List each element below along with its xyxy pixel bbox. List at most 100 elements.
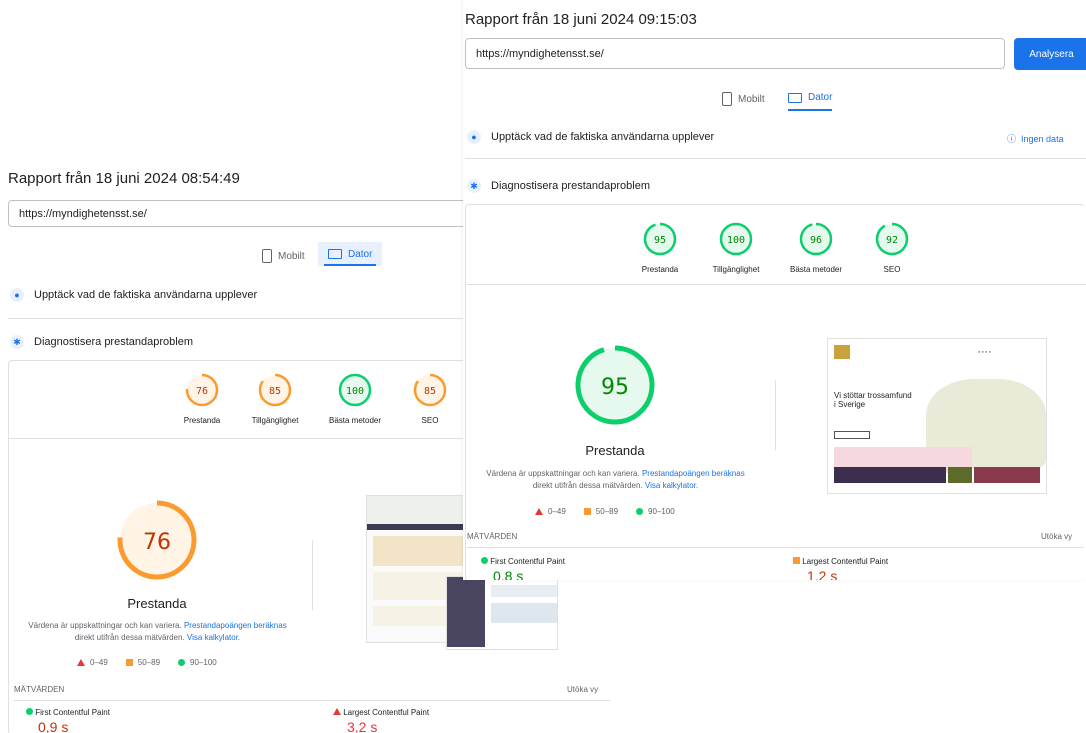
- right-section-real-users-label: Upptäck vad de faktiska användarna upple…: [491, 131, 715, 143]
- left-score-seo-label: SEO: [421, 416, 439, 425]
- left-score-accessibility-label: Tillgänglighet: [251, 416, 299, 425]
- right-desc-1: Värdena är uppskattningar och kan varier…: [486, 469, 640, 478]
- left-description: Värdena är uppskattningar och kan varier…: [20, 620, 295, 644]
- svg-text:85: 85: [424, 386, 436, 397]
- left-desc-1: Värdena är uppskattningar och kan varier…: [28, 621, 182, 630]
- right-desc-link-2[interactable]: Visa kalkylator.: [645, 481, 698, 490]
- left-legend: 0–49 50–89 90–100: [77, 658, 217, 667]
- right-tab-mobile-label: Mobilt: [738, 93, 765, 105]
- right-tab-desktop[interactable]: Dator: [788, 92, 833, 111]
- right-gauge-seo-icon: 92: [875, 222, 909, 256]
- left-report-title: Rapport från 18 juni 2024 08:54:49: [8, 170, 240, 187]
- left-metric-fcp: First Contentful Paint 0,9 s: [26, 708, 110, 733]
- right-gauge-accessibility-icon: 100: [719, 222, 753, 256]
- right-gauge-best-practices-icon: 96: [799, 222, 833, 256]
- analyze-button[interactable]: Analysera: [1014, 38, 1086, 70]
- right-description: Värdena är uppskattningar och kan varier…: [473, 468, 758, 492]
- svg-text:100: 100: [346, 386, 364, 397]
- svg-text:96: 96: [810, 235, 822, 246]
- right-metric-lcp-value: 1,2 s: [807, 568, 838, 580]
- left-desc-link-2[interactable]: Visa kalkylator.: [187, 633, 240, 642]
- right-big-label: Prestanda: [585, 443, 645, 458]
- left-big-label: Prestanda: [127, 596, 187, 611]
- left-score-best-practices-label: Bästa metoder: [328, 416, 382, 425]
- right-tab-desktop-label: Dator: [808, 92, 833, 103]
- right-metrics-header: MÄTVÄRDEN: [467, 532, 518, 541]
- right-url-input[interactable]: https://myndighetensst.se/: [465, 38, 1005, 69]
- left-site-screenshot-overlay: [446, 576, 558, 650]
- left-gauge-seo-icon: 85: [413, 373, 447, 407]
- info-icon: ⓘ: [1007, 134, 1017, 144]
- laptop-icon: [328, 249, 342, 259]
- users-icon: ●: [10, 288, 24, 302]
- right-score-performance-label: Prestanda: [641, 265, 679, 274]
- svg-text:76: 76: [196, 386, 208, 397]
- left-score-seo[interactable]: 85 SEO: [402, 373, 458, 425]
- right-score-performance[interactable]: 95 Prestanda: [629, 222, 691, 274]
- right-gauge-performance-icon: 95: [643, 222, 677, 256]
- right-score-accessibility-label: Tillgänglighet: [712, 265, 760, 274]
- left-section-diagnose[interactable]: ✱ Diagnostisera prestandaproblem: [10, 335, 193, 349]
- left-metric-lcp-value: 3,2 s: [347, 719, 378, 733]
- laptop-icon: [788, 92, 802, 103]
- left-score-best-practices[interactable]: 100 Bästa metoder: [320, 373, 390, 425]
- right-expand-view[interactable]: Utöka vy: [1041, 532, 1072, 541]
- right-metric-lcp: Largest Contentful Paint 1,2 s: [793, 557, 888, 580]
- right-score-seo-label: SEO: [883, 265, 901, 274]
- left-score-performance[interactable]: 76 Prestanda: [172, 373, 232, 425]
- right-score-accessibility[interactable]: 100 Tillgänglighet: [701, 222, 771, 274]
- left-gauge-best-practices-icon: 100: [338, 373, 372, 407]
- right-score-seo[interactable]: 92 SEO: [867, 222, 917, 274]
- svg-text:92: 92: [886, 235, 898, 246]
- left-desc-2: direkt utifrån dessa mätvärden.: [74, 633, 185, 642]
- right-score-best-practices-label: Bästa metoder: [789, 265, 843, 274]
- left-big-gauge: 76: [117, 500, 197, 580]
- left-expand-view[interactable]: Utöka vy: [567, 685, 598, 694]
- right-no-data[interactable]: ⓘ Ingen data: [1007, 132, 1064, 145]
- left-tab-mobile-label: Mobilt: [278, 250, 305, 262]
- right-thumb-heading: Vi stöttar trossamfund i Sverige: [834, 391, 912, 409]
- right-metric-lcp-label: Largest Contentful Paint: [802, 557, 889, 566]
- left-tab-desktop[interactable]: Dator: [318, 242, 383, 266]
- right-score-best-practices[interactable]: 96 Bästa metoder: [781, 222, 851, 274]
- right-desc-2: direkt utifrån dessa mätvärden.: [532, 481, 643, 490]
- phone-icon: [262, 249, 272, 263]
- left-url-input[interactable]: https://myndighetensst.se/: [8, 200, 478, 227]
- svg-text:85: 85: [269, 386, 281, 397]
- lab-icon: ✱: [467, 179, 481, 193]
- left-section-diagnose-label: Diagnostisera prestandaproblem: [34, 336, 193, 348]
- left-metric-fcp-value: 0,9 s: [38, 719, 69, 733]
- users-icon: ●: [467, 130, 481, 144]
- right-no-data-label: Ingen data: [1021, 134, 1064, 144]
- right-report-panel: Rapport från 18 juni 2024 09:15:03 https…: [463, 0, 1086, 580]
- right-big-gauge: 95: [575, 345, 655, 425]
- left-tab-desktop-label: Dator: [348, 248, 373, 260]
- left-metrics-header: MÄTVÄRDEN: [14, 685, 65, 694]
- right-report-title: Rapport från 18 juni 2024 09:15:03: [465, 11, 697, 28]
- left-metric-fcp-label: First Contentful Paint: [35, 708, 110, 717]
- left-tab-mobile[interactable]: Mobilt: [262, 249, 305, 263]
- svg-text:100: 100: [727, 235, 745, 246]
- right-site-screenshot: ● ● ● ● Vi stöttar trossamfund i Sverige: [827, 338, 1047, 494]
- left-section-real-users-label: Upptäck vad de faktiska användarna upple…: [34, 289, 258, 301]
- left-score-performance-label: Prestanda: [183, 416, 221, 425]
- lab-icon: ✱: [10, 335, 24, 349]
- right-metric-fcp-value: 0,8 s: [493, 568, 524, 580]
- phone-icon: [722, 92, 732, 106]
- left-metric-lcp-label: Largest Contentful Paint: [343, 708, 430, 717]
- left-score-accessibility[interactable]: 85 Tillgänglighet: [240, 373, 310, 425]
- left-desc-link-1[interactable]: Prestandapoängen beräknas: [184, 621, 287, 630]
- right-section-diagnose[interactable]: ✱ Diagnostisera prestandaproblem: [467, 179, 650, 193]
- left-section-real-users[interactable]: ● Upptäck vad de faktiska användarna upp…: [10, 288, 257, 302]
- svg-text:95: 95: [654, 235, 666, 246]
- right-legend: 0–49 50–89 90–100: [535, 507, 675, 516]
- left-gauge-accessibility-icon: 85: [258, 373, 292, 407]
- right-tab-mobile[interactable]: Mobilt: [722, 92, 765, 106]
- left-metric-lcp: Largest Contentful Paint 3,2 s: [333, 708, 429, 733]
- right-desc-link-1[interactable]: Prestandapoängen beräknas: [642, 469, 745, 478]
- left-gauge-performance-icon: 76: [185, 373, 219, 407]
- right-section-real-users[interactable]: ● Upptäck vad de faktiska användarna upp…: [467, 130, 714, 144]
- svg-text:76: 76: [143, 530, 171, 555]
- svg-text:95: 95: [601, 375, 629, 400]
- right-metric-fcp: First Contentful Paint 0,8 s: [481, 557, 565, 580]
